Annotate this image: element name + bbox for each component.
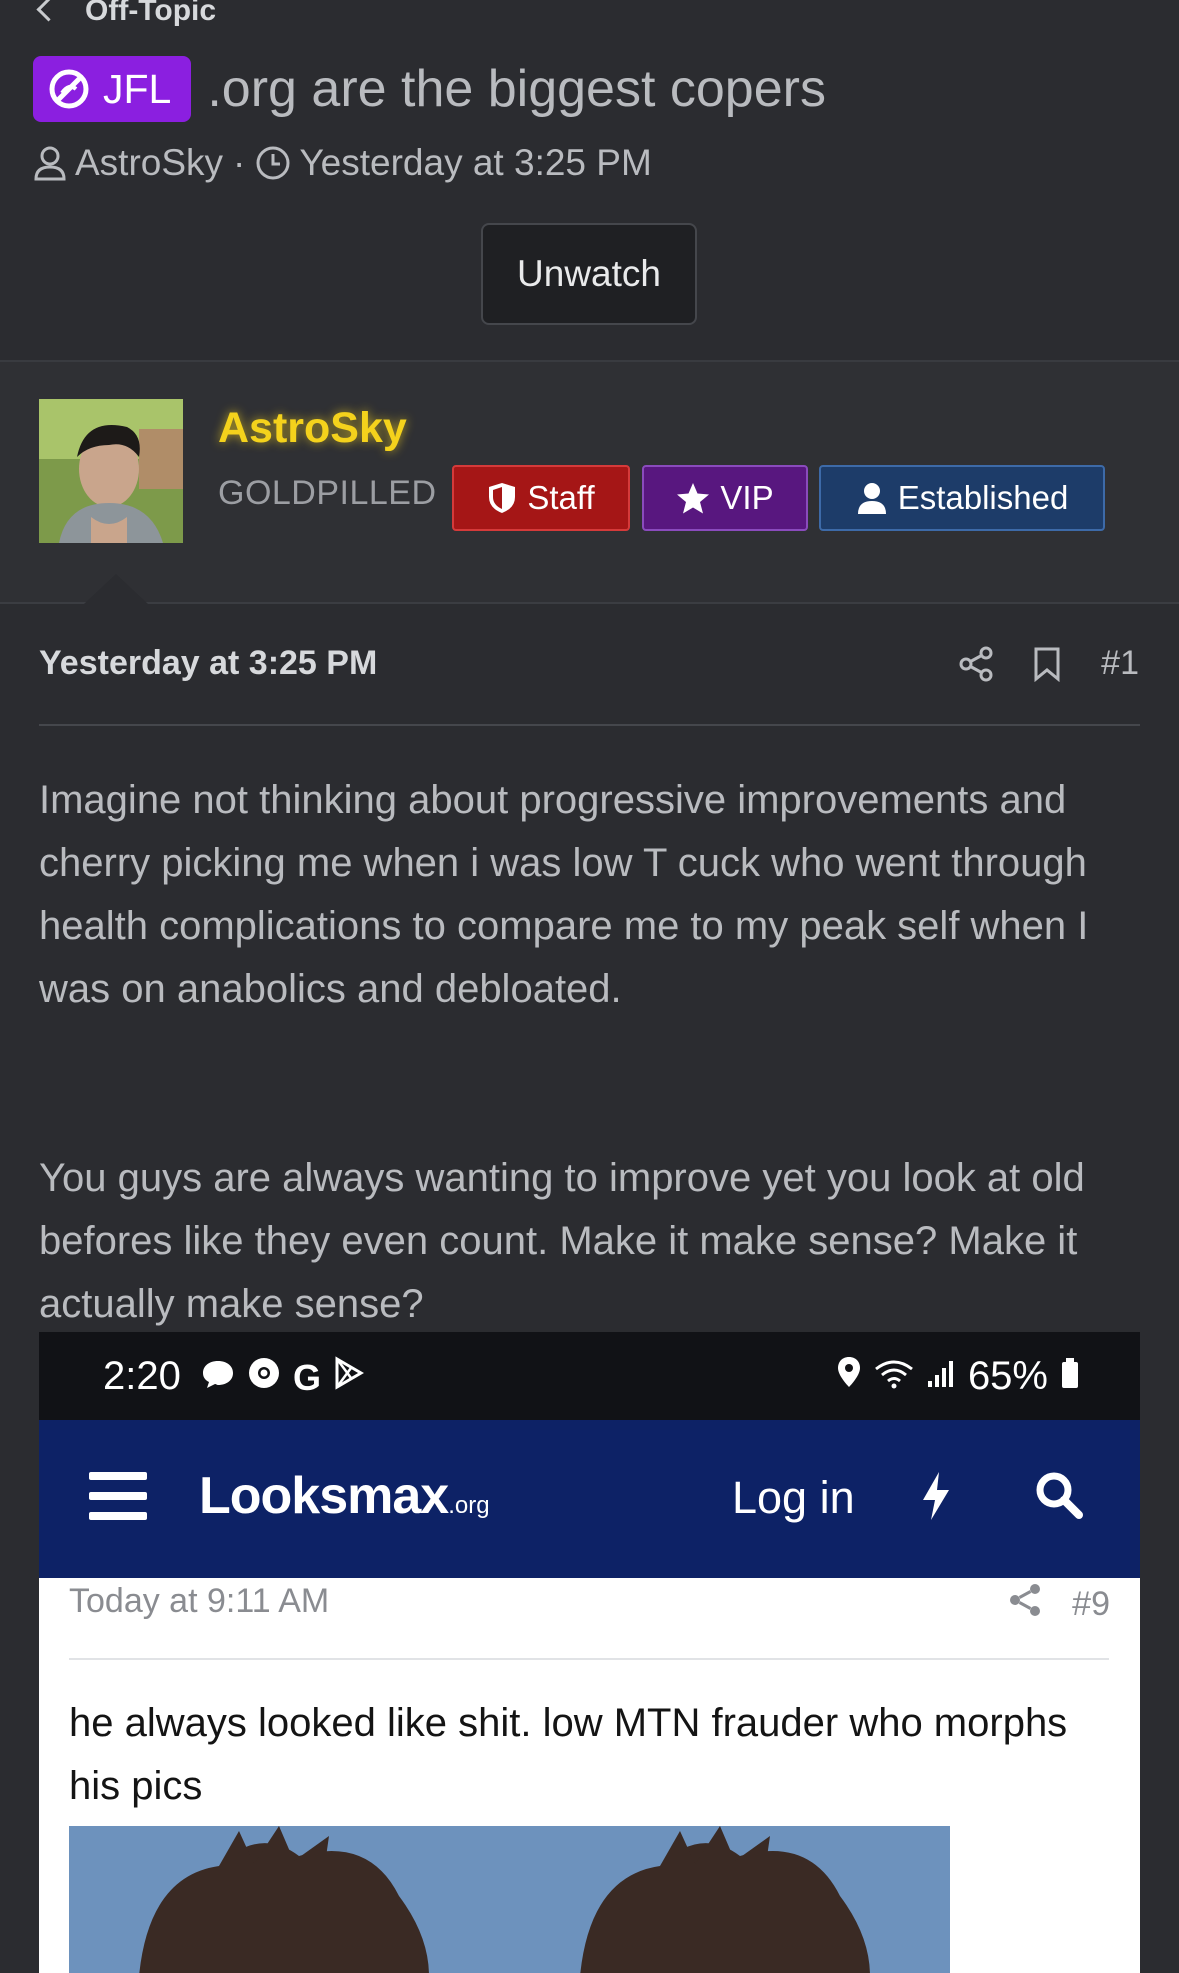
share-icon: [959, 646, 993, 681]
thread-title: .org are the biggest copers: [207, 60, 826, 118]
search-icon[interactable]: [1034, 1470, 1084, 1525]
play-store-icon: [333, 1356, 365, 1399]
breadcrumb[interactable]: Off-Topic: [36, 0, 217, 28]
thread-prefix-label: JFL: [103, 65, 172, 112]
embedded-post-actions: #9: [1008, 1582, 1110, 1627]
established-badge: Established: [819, 465, 1105, 531]
message-user-block: AstroSky GOLDPILLED Staff VIP Establishe…: [0, 362, 1179, 604]
thread-time[interactable]: Yesterday at 3:25 PM: [299, 142, 651, 184]
message-icon: [201, 1357, 235, 1399]
user-icon: [857, 483, 886, 514]
thread-prefix-badge[interactable]: JFL: [33, 56, 192, 122]
vip-badge: VIP: [642, 465, 808, 531]
user-title: GOLDPILLED: [218, 474, 437, 512]
post-divider: [39, 724, 1140, 726]
message-pointer-arrow: [84, 574, 148, 604]
username[interactable]: AstroSky: [218, 404, 407, 453]
embedded-screenshot[interactable]: 2:20 G 65% Looksmax.org Log in Today at …: [39, 1332, 1140, 1973]
user-icon: [34, 146, 66, 181]
menu-icon[interactable]: [89, 1472, 147, 1532]
embedded-post-number: #9: [1072, 1585, 1110, 1623]
embedded-post-text: he always looked like shit. low MTN frau…: [69, 1701, 1068, 1808]
embedded-post-date: Today at 9:11 AM: [69, 1582, 330, 1620]
post-paragraph: You guys are always wanting to improve y…: [39, 1156, 1085, 1326]
vip-badge-label: VIP: [720, 479, 774, 516]
bookmark-button[interactable]: [1033, 646, 1061, 682]
no-coping-icon: [49, 69, 89, 109]
embedded-post-divider: [69, 1658, 1109, 1660]
thread-header: Off-Topic JFL .org are the biggest coper…: [0, 0, 1179, 362]
post-paragraph: Imagine not thinking about progressive i…: [39, 778, 1089, 1011]
shield-icon: [489, 483, 516, 513]
looksmax-site-header: Looksmax.org Log in: [39, 1420, 1140, 1578]
status-system-icons: 65%: [824, 1354, 1080, 1399]
before-photo: [69, 1826, 510, 1973]
established-badge-label: Established: [897, 479, 1069, 516]
google-app-icon: G: [293, 1356, 322, 1398]
meta-separator: ·: [233, 142, 246, 183]
phone-status-bar: 2:20 G 65%: [39, 1332, 1140, 1420]
thread-meta: AstroSky · Yesterday at 3:25 PM: [33, 142, 652, 184]
breadcrumb-label: Off-Topic: [85, 0, 217, 27]
avatar-image: [39, 399, 183, 543]
thread-author[interactable]: AstroSky: [75, 142, 223, 184]
wifi-icon: [874, 1354, 914, 1399]
post: Yesterday at 3:25 PM #1 Imagine not thin…: [0, 604, 1179, 1973]
signal-icon: [926, 1354, 956, 1399]
site-logo-suffix: .org: [448, 1492, 490, 1519]
site-logo[interactable]: Looksmax.org: [199, 1466, 490, 1526]
battery-icon: [1060, 1354, 1080, 1399]
status-notification-icons: G: [201, 1356, 377, 1399]
thread-title-row: JFL .org are the biggest copers: [33, 56, 826, 122]
chrome-icon: [247, 1356, 281, 1399]
location-icon: [836, 1354, 862, 1399]
bookmark-icon: [1034, 647, 1060, 682]
status-time: 2:20: [103, 1354, 181, 1398]
unwatch-button[interactable]: Unwatch: [481, 223, 697, 325]
site-logo-text: Looksmax: [199, 1467, 449, 1525]
lightning-bolt-icon[interactable]: [919, 1470, 953, 1527]
clock-icon: [256, 146, 290, 180]
battery-percent: 65%: [967, 1354, 1048, 1398]
share-button[interactable]: [959, 646, 993, 682]
after-photo: [510, 1826, 950, 1973]
login-link[interactable]: Log in: [732, 1472, 855, 1524]
post-actions: #1: [919, 644, 1139, 683]
avatar[interactable]: [39, 399, 183, 543]
chevron-left-icon: [36, 0, 61, 22]
post-number-link[interactable]: #1: [1101, 644, 1139, 683]
staff-badge: Staff: [452, 465, 630, 531]
post-date[interactable]: Yesterday at 3:25 PM: [39, 644, 377, 683]
star-icon: [677, 483, 710, 514]
staff-badge-label: Staff: [527, 479, 595, 516]
share-icon: [1008, 1582, 1042, 1627]
